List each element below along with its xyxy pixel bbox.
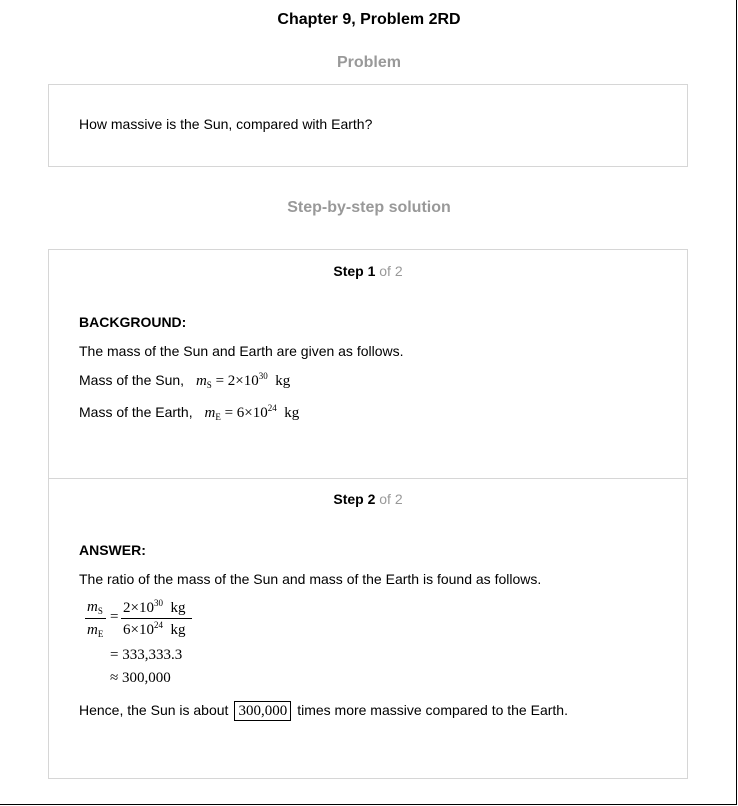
sun-mass-eq: = 2×10: [215, 373, 259, 389]
sun-mass-subscript: S: [206, 380, 212, 390]
solution-box: Step 1 of 2 BACKGROUND: The mass of the …: [48, 249, 688, 779]
ratio-lhs-denominator: mE: [87, 622, 103, 639]
rhs-num-unit: kg: [170, 600, 186, 616]
earth-mass-exponent: 24: [267, 403, 277, 413]
rhs-num-exponent: 30: [153, 598, 163, 608]
sun-mass-label: Mass of the Sun,: [79, 372, 185, 388]
earth-mass-unit: kg: [284, 405, 300, 421]
step-2-label: Step 2 of 2: [49, 491, 687, 507]
ratio-equation: mS mE = 2×1030 kg 6×1024 kg = 333,333.3 …: [85, 598, 285, 693]
problem-text: How massive is the Sun, compared with Ea…: [79, 116, 373, 132]
lhs-den-symbol: m: [87, 622, 98, 638]
sun-mass-line: Mass of the Sun, mS = 2×1030 kg: [79, 371, 290, 390]
answer-box: 300,000: [234, 701, 292, 721]
ratio-lhs-numerator: mS: [87, 599, 103, 616]
ratio-line-3: ≈ 300,000: [110, 670, 171, 686]
step-2-heading: ANSWER:: [79, 542, 146, 558]
sun-mass-exponent: 30: [258, 371, 268, 381]
rhs-den-exponent: 24: [153, 620, 163, 630]
rhs-den-base: 6×10: [123, 622, 154, 638]
conclusion-post: times more massive compared to the Earth…: [297, 702, 568, 718]
step-1-intro: The mass of the Sun and Earth are given …: [79, 343, 404, 359]
page-title: Chapter 9, Problem 2RD: [277, 11, 461, 28]
step-divider: [49, 478, 687, 479]
earth-mass-subscript: E: [215, 412, 221, 422]
earth-mass-symbol: m: [204, 405, 216, 421]
earth-mass-eq: = 6×10: [224, 405, 268, 421]
ratio-line-2: = 333,333.3: [110, 647, 183, 663]
lhs-num-symbol: m: [87, 599, 98, 615]
step-1-of: of 2: [379, 263, 403, 279]
step-2-number: Step 2: [333, 491, 376, 507]
earth-mass-label: Mass of the Earth,: [79, 404, 193, 420]
step-2-intro: The ratio of the mass of the Sun and mas…: [79, 571, 542, 587]
step-1-heading: BACKGROUND:: [79, 314, 187, 330]
ratio-rhs-denominator: 6×1024 kg: [123, 620, 185, 639]
conclusion-pre: Hence, the Sun is about: [79, 702, 229, 718]
lhs-num-subscript: S: [97, 606, 103, 616]
rhs-den-unit: kg: [170, 622, 186, 638]
conclusion-line: Hence, the Sun is about 300,000 times more…: [79, 701, 568, 721]
earth-mass-formula: mE = 6×1024 kg: [204, 403, 300, 422]
earth-mass-line: Mass of the Earth, mE = 6×1024 kg: [79, 403, 299, 422]
sun-mass-formula: mS = 2×1030 kg: [195, 371, 291, 390]
ratio-rhs-numerator: 2×1030 kg: [123, 598, 185, 617]
ratio-equals: =: [110, 609, 119, 625]
step-2-of: of 2: [379, 491, 403, 507]
sun-mass-symbol: m: [195, 373, 207, 389]
lhs-den-subscript: E: [97, 629, 104, 639]
rhs-num-base: 2×10: [123, 600, 154, 616]
problem-box: How massive is the Sun, compared with Ea…: [48, 84, 688, 167]
problem-heading: Problem: [336, 54, 401, 71]
step-1-number: Step 1: [333, 263, 376, 279]
step-1-label: Step 1 of 2: [49, 263, 687, 279]
sun-mass-unit: kg: [275, 373, 291, 389]
lhs-fraction-bar: [85, 618, 106, 619]
solution-heading: Step-by-step solution: [287, 199, 451, 216]
rhs-fraction-bar: [121, 618, 192, 619]
